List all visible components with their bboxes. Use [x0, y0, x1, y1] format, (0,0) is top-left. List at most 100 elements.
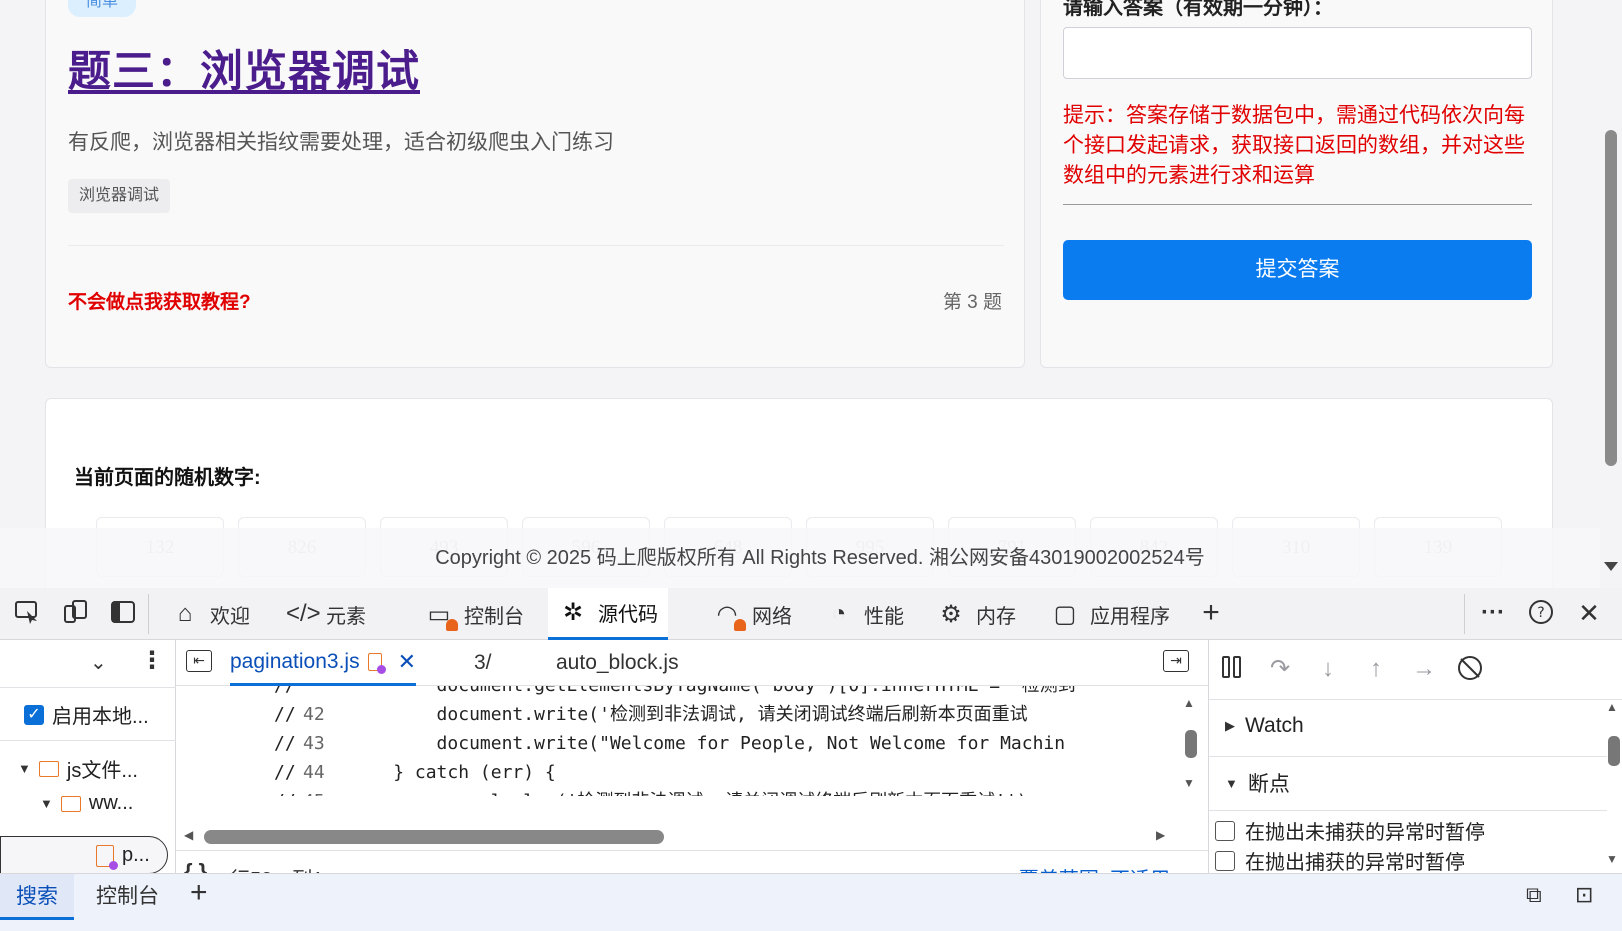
debugger-sidebar: ↷ ↓ ↑ → ▶ Watch ▼ 断点 在抛出未捕获的异常时暂停 在抛出捕获的…: [1208, 640, 1622, 875]
close-tab-icon[interactable]: ✕: [398, 649, 416, 675]
scroll-down-arrow-icon[interactable]: ▼: [1606, 852, 1618, 866]
scroll-left-arrow-icon[interactable]: ◀: [184, 828, 193, 842]
answer-divider: [1063, 204, 1532, 205]
enable-local-overrides-checkbox[interactable]: ✓ 启用本地...: [24, 700, 149, 729]
enable-local-label: 启用本地...: [52, 706, 149, 728]
add-drawer-tab-icon[interactable]: +: [190, 876, 208, 910]
device-emulation-icon[interactable]: [60, 598, 90, 628]
help-icon[interactable]: ?: [1526, 598, 1556, 628]
pause-icon[interactable]: [1217, 654, 1247, 684]
tab-welcome[interactable]: ⌂ 欢迎: [160, 588, 260, 640]
submit-answer-button[interactable]: 提交答案: [1063, 240, 1532, 300]
editor-tab-auto-block[interactable]: auto_block.js: [556, 640, 679, 686]
tree-folder-js[interactable]: ▼ js文件...: [18, 754, 138, 783]
problem-title-link[interactable]: 题三：浏览器调试: [68, 37, 420, 99]
step-over-icon[interactable]: ↷: [1265, 654, 1295, 684]
wifi-icon: ◠: [712, 600, 746, 631]
editor-tab-label: pagination3.js: [230, 649, 360, 673]
devtools-drawer: 搜索 控制台 + ⧉ ⊡: [0, 873, 1622, 931]
scroll-up-arrow-icon[interactable]: ▲: [1183, 696, 1195, 710]
step-into-icon[interactable]: ↓: [1313, 654, 1343, 684]
tab-label: 性能: [864, 605, 904, 628]
answer-hint: 提示：答案存储于数据包中，需通过代码依次向每个接口发起请求，获取接口返回的数组，…: [1063, 104, 1525, 187]
tab-label: 元素: [326, 605, 366, 628]
chevron-down-icon[interactable]: ⌄: [90, 650, 107, 675]
problem-tag[interactable]: 浏览器调试: [68, 179, 171, 213]
checkbox-icon[interactable]: [1215, 820, 1235, 841]
tab-memory[interactable]: ⚙ 内存: [926, 588, 1026, 640]
drawer-collapse-icon[interactable]: ⊡: [1575, 882, 1593, 908]
answer-input[interactable]: [1063, 27, 1532, 79]
tab-console[interactable]: ▭ 控制台: [414, 588, 534, 640]
collapse-triangle-icon[interactable]: ▼: [1225, 776, 1238, 791]
card-divider: [68, 245, 1004, 246]
code-horizontal-scrollbar[interactable]: ◀ ▶: [184, 826, 1174, 846]
tree-file[interactable]: p...: [96, 844, 150, 870]
tab-label: 源代码: [598, 604, 658, 626]
expand-triangle-icon[interactable]: ▶: [1225, 718, 1235, 734]
drawer-tab-search[interactable]: 搜索: [0, 874, 74, 920]
more-options-icon[interactable]: ⋮: [140, 646, 164, 675]
tab-network[interactable]: ◠ 网络: [702, 588, 802, 640]
deactivate-breakpoints-icon[interactable]: [1455, 654, 1485, 684]
gauge-icon: ◔: [831, 600, 847, 627]
page-scrollbar[interactable]: [1600, 0, 1622, 588]
code-vertical-scrollbar[interactable]: ▲ ▼: [1182, 696, 1198, 796]
tree-folder-www[interactable]: ▼ ww...: [40, 792, 133, 815]
app-icon: ▢: [1053, 600, 1077, 628]
scroll-down-arrow-icon[interactable]: ▼: [1183, 776, 1195, 790]
inspect-element-icon[interactable]: [12, 598, 42, 628]
step-icon[interactable]: →: [1409, 654, 1439, 684]
warning-icon: [446, 618, 458, 631]
tutorial-link[interactable]: 不会做点我获取教程?: [68, 287, 251, 314]
code-horizontal-thumb[interactable]: [204, 830, 664, 844]
checkbox-icon[interactable]: [1215, 850, 1235, 871]
code-line: 42 // document.getElementsByTagName('bod…: [176, 686, 1076, 725]
checkbox-checked-icon[interactable]: ✓: [24, 704, 44, 725]
tab-label: 控制台: [464, 605, 524, 628]
pause-uncaught-checkbox[interactable]: 在抛出未捕获的异常时暂停: [1215, 816, 1485, 845]
toggle-debugger-icon[interactable]: ⇥: [1163, 650, 1189, 672]
editor-tab-label: 3/: [474, 651, 492, 674]
expand-triangle-icon[interactable]: ▼: [18, 761, 31, 776]
code-icon: </>: [286, 600, 321, 627]
add-tab-icon[interactable]: +: [1196, 598, 1226, 628]
watch-section[interactable]: ▶ Watch: [1225, 714, 1304, 738]
scroll-up-arrow-icon[interactable]: ▲: [1606, 700, 1618, 714]
difficulty-badge: 简单: [68, 0, 136, 17]
step-out-icon[interactable]: ↑: [1361, 654, 1391, 684]
tab-performance[interactable]: ◔ 性能: [814, 588, 914, 640]
editor-tab-folder[interactable]: 3/: [474, 640, 492, 686]
scroll-down-arrow-icon[interactable]: [1604, 562, 1618, 571]
chip-icon: ⚙: [940, 600, 962, 628]
debugger-scrollbar[interactable]: ▲ ▼: [1603, 700, 1622, 873]
sources-navigator: ⌄ ⋮ ✓ 启用本地... ▼ js文件... ▼ ww... p...: [0, 640, 176, 874]
page-footer: Copyright © 2025 码上爬版权所有 All Rights Rese…: [0, 528, 1600, 588]
tab-elements[interactable]: </> 元素: [276, 588, 376, 640]
scroll-right-arrow-icon[interactable]: ▶: [1156, 828, 1165, 842]
breakpoints-section[interactable]: ▼ 断点: [1225, 768, 1290, 798]
code-content[interactable]: 42 // document.getElementsByTagName('bod…: [176, 686, 1192, 796]
page-scrollbar-thumb[interactable]: [1605, 130, 1617, 466]
tab-label: 应用程序: [1090, 605, 1170, 628]
code-vertical-thumb[interactable]: [1185, 730, 1197, 758]
code-line: 44 // document.write("Welcome for People…: [176, 729, 1065, 783]
drawer-tab-console[interactable]: 控制台: [80, 874, 175, 920]
tab-sources[interactable]: ✲ 源代码: [548, 588, 668, 640]
random-numbers-title: 当前页面的随机数字:: [74, 467, 261, 489]
more-options-icon[interactable]: ···: [1478, 598, 1508, 628]
close-devtools-icon[interactable]: ✕: [1574, 598, 1604, 628]
watch-label: Watch: [1245, 714, 1304, 737]
folder-icon: [60, 795, 81, 812]
toggle-navigator-icon[interactable]: ⇤: [186, 650, 212, 672]
dock-side-icon[interactable]: [108, 598, 138, 628]
pause-caught-checkbox[interactable]: 在抛出捕获的异常时暂停: [1215, 846, 1465, 875]
editor-tab-pagination3[interactable]: pagination3.js ✕: [230, 640, 417, 686]
home-icon: ⌂: [177, 600, 193, 627]
drawer-dock-icon[interactable]: ⧉: [1526, 882, 1542, 908]
code-line: 43 // document.write('检测到非法调试, 请关闭调试终端后刷…: [176, 700, 1028, 754]
tab-application[interactable]: ▢ 应用程序: [1040, 588, 1180, 640]
debugger-scrollbar-thumb[interactable]: [1608, 736, 1620, 766]
expand-triangle-icon[interactable]: ▼: [40, 796, 53, 811]
answer-card: 请输入答案（有效期一分钟）： 提示：答案存储于数据包中，需通过代码依次向每个接口…: [1040, 0, 1553, 368]
